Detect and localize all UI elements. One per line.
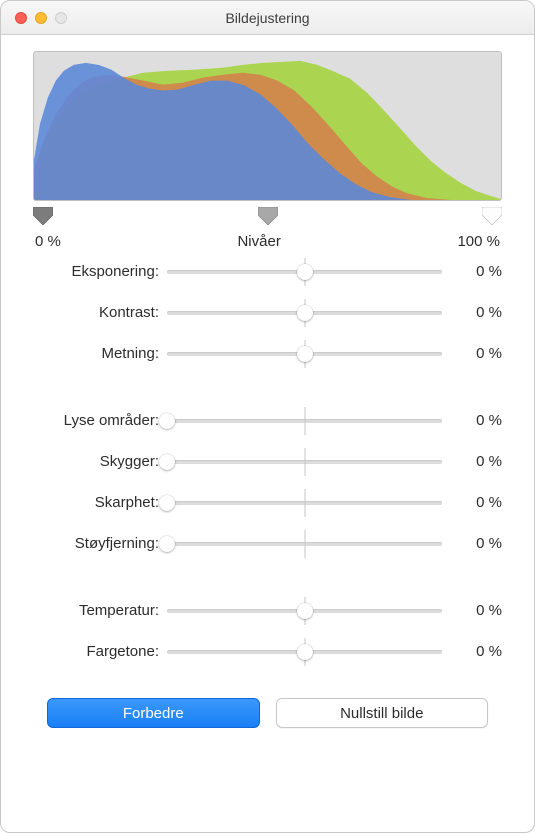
slider-row: Metning: 0 % [33,333,502,374]
slider-label: Metning: [33,345,167,362]
slider-label: Støyfjerning: [33,535,167,552]
slider-value: 0 % [442,535,502,552]
slider-row: Eksponering: 0 % [33,251,502,292]
slider-value: 0 % [442,494,502,511]
slider-row: Skarphet: 0 % [33,482,502,523]
slider-label: Kontrast: [33,304,167,321]
slider-label: Eksponering: [33,263,167,280]
slider-thumb[interactable] [297,603,313,619]
slider-track[interactable] [167,600,442,622]
slider-thumb[interactable] [297,264,313,280]
close-icon[interactable] [15,12,27,24]
slider-label: Temperatur: [33,602,167,619]
zoom-icon[interactable] [55,12,67,24]
slider-track[interactable] [167,533,442,555]
enhance-button[interactable]: Forbedre [47,698,260,728]
reset-button[interactable]: Nullstill bilde [276,698,489,728]
levels-slider: 0 % Nivåer 100 % [33,207,502,247]
content: 0 % Nivåer 100 % Eksponering:0 %Kontrast… [1,35,534,748]
slider-track[interactable] [167,492,442,514]
slider-thumb[interactable] [159,536,175,552]
adjust-image-window: Bildejustering [0,0,535,833]
slider-row: Temperatur: 0 % [33,590,502,631]
slider-label: Fargetone: [33,643,167,660]
window-controls [1,12,67,24]
slider-track[interactable] [167,261,442,283]
slider-value: 0 % [442,304,502,321]
slider-track[interactable] [167,343,442,365]
histogram [33,51,502,201]
slider-track[interactable] [167,451,442,473]
slider-value: 0 % [442,263,502,280]
minimize-icon[interactable] [35,12,47,24]
slider-row: Støyfjerning: 0 % [33,523,502,564]
slider-value: 0 % [442,602,502,619]
slider-label: Skarphet: [33,494,167,511]
slider-row: Lyse områder: 0 % [33,400,502,441]
slider-thumb[interactable] [297,644,313,660]
slider-thumb[interactable] [297,346,313,362]
slider-value: 0 % [442,412,502,429]
button-row: Forbedre Nullstill bilde [33,698,502,728]
slider-thumb[interactable] [159,454,175,470]
levels-max-label: 100 % [457,233,500,250]
slider-track[interactable] [167,302,442,324]
levels-center-label: Nivåer [237,233,280,250]
levels-midtone-handle[interactable] [258,207,278,225]
levels-shadow-handle[interactable] [33,207,53,225]
slider-track[interactable] [167,641,442,663]
slider-value: 0 % [442,345,502,362]
slider-value: 0 % [442,453,502,470]
slider-track[interactable] [167,410,442,432]
levels-highlight-handle[interactable] [482,207,502,225]
slider-value: 0 % [442,643,502,660]
slider-row: Kontrast: 0 % [33,292,502,333]
titlebar[interactable]: Bildejustering [1,1,534,35]
slider-thumb[interactable] [159,495,175,511]
slider-row: Skygger: 0 % [33,441,502,482]
slider-thumb[interactable] [159,413,175,429]
window-title: Bildejustering [1,10,534,26]
slider-label: Skygger: [33,453,167,470]
slider-label: Lyse områder: [33,412,167,429]
slider-list: Eksponering:0 %Kontrast:0 %Metning:0 %Ly… [33,251,502,672]
slider-thumb[interactable] [297,305,313,321]
levels-min-label: 0 % [35,233,61,250]
slider-row: Fargetone: 0 % [33,631,502,672]
